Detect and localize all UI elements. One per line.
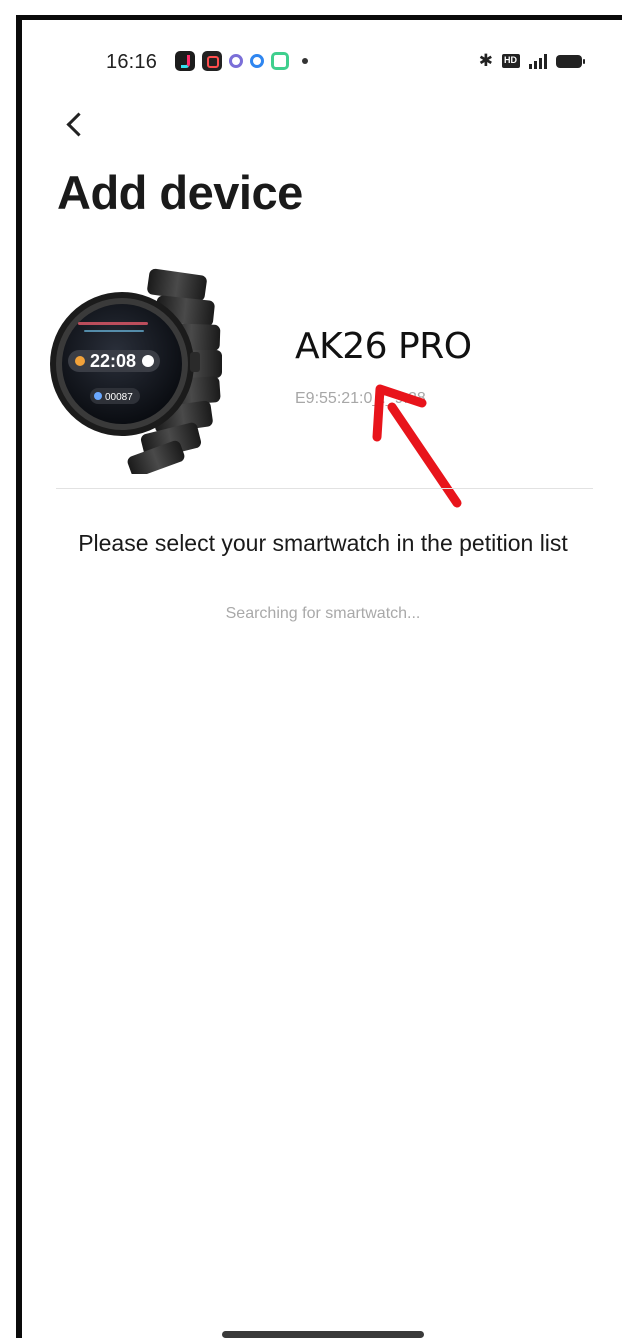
instruction-text: Please select your smartwatch in the pet… xyxy=(78,530,568,556)
watch-face-time: 22:08 xyxy=(90,351,136,371)
square-green-icon xyxy=(271,52,289,70)
device-name: AK26 PRO xyxy=(295,326,472,367)
home-indicator[interactable] xyxy=(222,1331,424,1338)
system-icons: ✱ xyxy=(478,51,585,70)
battery-icon xyxy=(556,54,585,68)
chevron-left-icon xyxy=(66,111,91,137)
ring-purple-icon xyxy=(229,54,243,68)
ring-blue-icon xyxy=(250,54,264,68)
searching-status: Searching for smartwatch... xyxy=(225,605,421,622)
hd-icon xyxy=(502,54,520,68)
phone-screen: 16:16 ✱ Add device xyxy=(22,20,622,1338)
dot-icon xyxy=(302,58,308,64)
notification-icons xyxy=(175,51,308,71)
status-bar: 16:16 ✱ xyxy=(22,20,622,104)
divider xyxy=(56,488,593,489)
app-icon xyxy=(202,51,222,71)
page-title: Add device xyxy=(57,166,303,219)
signal-icon xyxy=(529,53,547,69)
device-list-item[interactable]: 22:08 00087 AK26 PRO E9:55:21:0_:_9:28 xyxy=(50,260,595,480)
smartwatch-image: 22:08 00087 xyxy=(50,268,222,474)
bluetooth-icon: ✱ xyxy=(478,51,493,70)
status-time: 16:16 xyxy=(106,51,158,73)
device-mac-address: E9:55:21:0_:_9:28 xyxy=(295,390,426,407)
watch-face-steps: 00087 xyxy=(105,392,133,403)
tiktok-icon xyxy=(175,51,195,71)
back-button[interactable] xyxy=(62,102,102,146)
